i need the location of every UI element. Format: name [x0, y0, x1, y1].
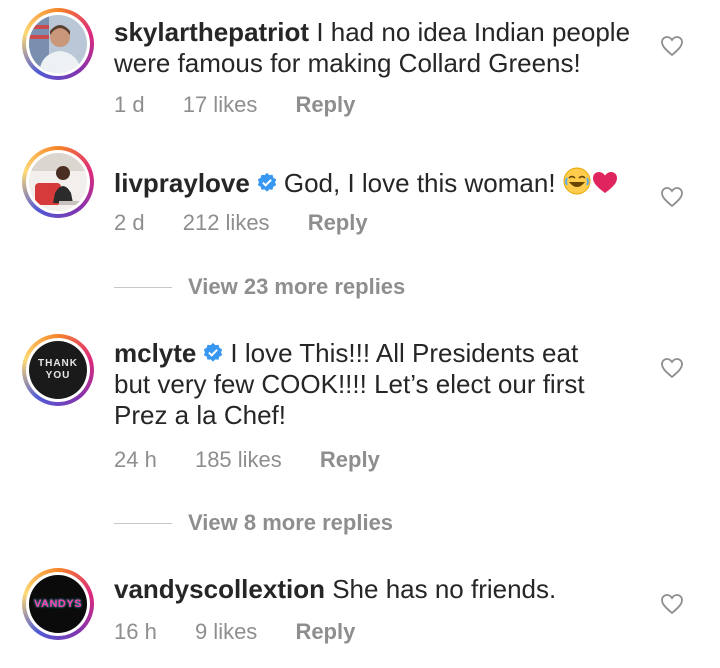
comment-username[interactable]: livpraylove — [114, 168, 250, 198]
like-heart-icon[interactable] — [660, 593, 684, 615]
comment-meta: 16 h 9 likes Reply — [114, 619, 387, 645]
comment-likes[interactable]: 17 likes — [183, 92, 258, 118]
comment-username[interactable]: vandyscollextion — [114, 574, 325, 604]
avatar-photo — [29, 153, 87, 211]
comment-likes[interactable]: 212 likes — [183, 210, 270, 236]
comment-likes[interactable]: 9 likes — [195, 619, 257, 645]
comment-time: 24 h — [114, 447, 157, 472]
avatar[interactable]: THANK YOU — [22, 334, 94, 406]
comment-time: 2 d — [114, 210, 145, 235]
view-more-replies-label[interactable]: View 8 more replies — [188, 510, 393, 536]
comment-text-block: mclyte I love This!!! All Presidents eat… — [114, 338, 614, 431]
avatar[interactable]: VANDYS — [22, 568, 94, 640]
avatar-photo — [29, 15, 87, 73]
like-heart-icon[interactable] — [660, 186, 684, 208]
laughing-heart-emoji-icon — [563, 167, 617, 195]
comment-text-block: livpraylove God, I love this woman! — [114, 166, 654, 199]
comment-meta: 2 d 212 likes Reply — [114, 210, 400, 236]
view-more-replies-label[interactable]: View 23 more replies — [188, 274, 405, 300]
reply-button[interactable]: Reply — [308, 210, 368, 236]
view-more-replies-button[interactable]: View 8 more replies — [114, 510, 393, 536]
comment-meta: 1 d 17 likes Reply — [114, 92, 387, 118]
comment-text-block: skylarthepatriot I had no idea Indian pe… — [114, 17, 654, 79]
comment-likes[interactable]: 185 likes — [195, 447, 282, 473]
comment-username[interactable]: skylarthepatriot — [114, 17, 309, 47]
comment-body: She has no friends. — [332, 574, 557, 604]
reply-button[interactable]: Reply — [320, 447, 380, 473]
divider — [114, 286, 172, 288]
verified-badge-icon — [204, 342, 223, 362]
verified-badge-icon — [257, 172, 277, 192]
reply-button[interactable]: Reply — [295, 619, 355, 645]
comment-body: God, I love this woman! — [283, 168, 556, 198]
comment-time: 1 d — [114, 92, 145, 117]
comment-text-block: vandyscollextion She has no friends. — [114, 574, 654, 605]
comment-time: 16 h — [114, 619, 157, 644]
divider — [114, 522, 172, 524]
comment-meta: 24 h 185 likes Reply — [114, 447, 412, 473]
avatar-text: THANK YOU — [38, 358, 78, 381]
like-heart-icon[interactable] — [660, 35, 684, 57]
like-heart-icon[interactable] — [660, 357, 684, 379]
avatar-text: VANDYS — [33, 598, 83, 610]
reply-button[interactable]: Reply — [295, 92, 355, 118]
avatar[interactable] — [22, 8, 94, 80]
comment-username[interactable]: mclyte — [114, 338, 196, 368]
view-more-replies-button[interactable]: View 23 more replies — [114, 274, 405, 300]
avatar[interactable] — [22, 146, 94, 218]
